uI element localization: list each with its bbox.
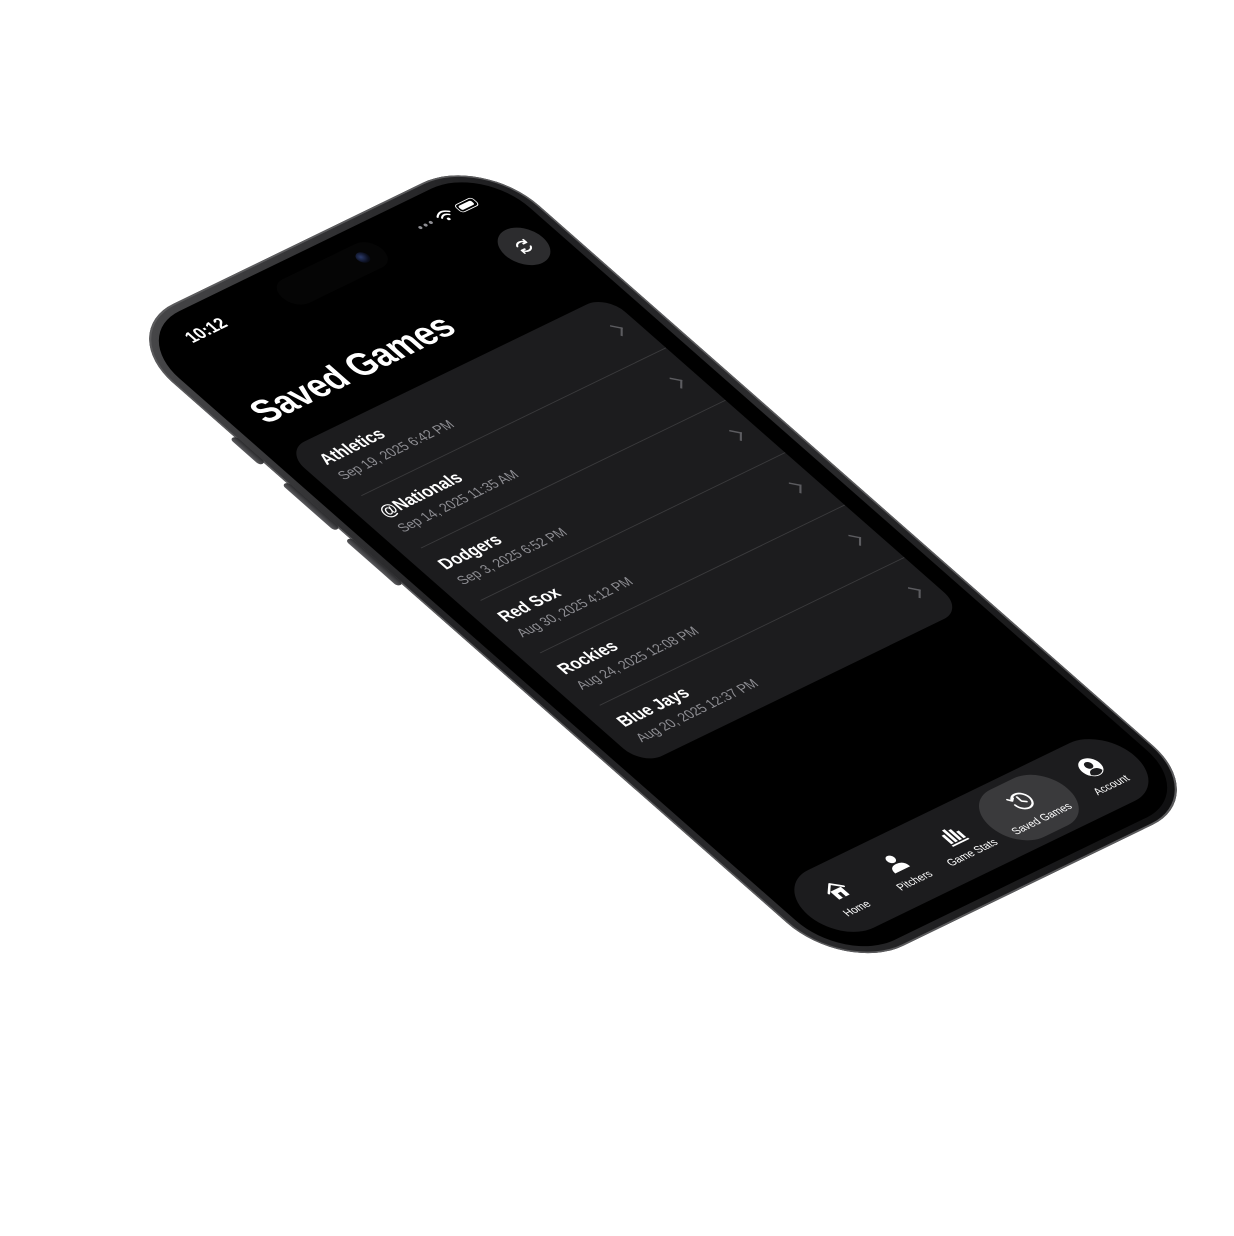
bar-chart-icon bbox=[941, 829, 970, 847]
cellular-signal-icon bbox=[417, 220, 434, 230]
wifi-icon bbox=[436, 210, 451, 221]
history-icon bbox=[1006, 792, 1034, 810]
home-icon bbox=[827, 883, 850, 900]
account-icon bbox=[1078, 758, 1104, 777]
battery-icon bbox=[453, 196, 481, 214]
phone-screen: 10:12 Saved Games Athletics Sep 19, 2025… bbox=[130, 164, 1197, 964]
tab-label: Home bbox=[839, 897, 874, 919]
refresh-icon bbox=[516, 238, 533, 254]
refresh-button[interactable] bbox=[486, 220, 562, 272]
status-icons bbox=[414, 196, 481, 233]
status-time: 10:12 bbox=[180, 315, 233, 347]
person-icon bbox=[885, 855, 911, 874]
mockup-stage: 10:12 Saved Games Athletics Sep 19, 2025… bbox=[0, 0, 1234, 1236]
phone-device: 10:12 Saved Games Athletics Sep 19, 2025… bbox=[115, 154, 1211, 975]
